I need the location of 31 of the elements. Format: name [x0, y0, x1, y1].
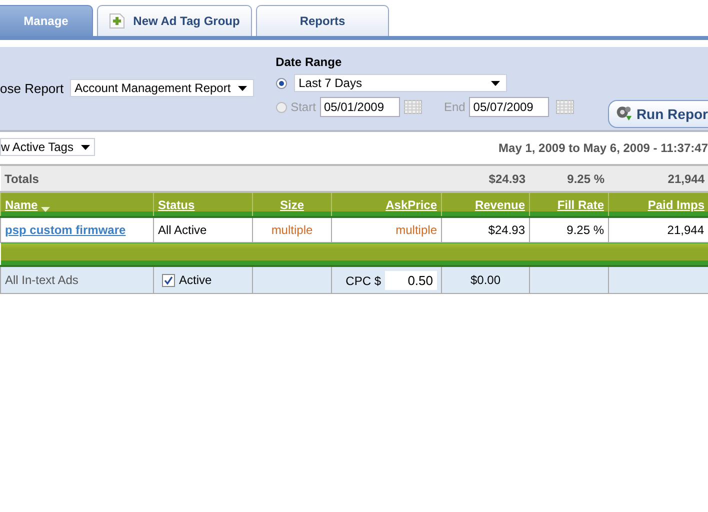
end-date-field[interactable]: 05/07/2009 — [469, 97, 550, 117]
checkbox-label: Active — [179, 272, 212, 287]
field-label: ose Report — [0, 80, 64, 96]
field-label: CPC $ — [346, 274, 381, 288]
tab[interactable]: Reports — [256, 5, 389, 36]
caret-icon — [490, 80, 500, 86]
group-name: All In-text Ads — [0, 266, 154, 294]
caret-icon — [238, 86, 247, 90]
add-icon — [109, 13, 126, 29]
table-cell: 9.25 % — [530, 166, 608, 192]
totals-label: Totals — [0, 166, 154, 192]
table-cell: 21,944 — [608, 166, 708, 192]
date-range-text: May 1, 2009 to May 6, 2009 - 11:37:47 — [498, 141, 708, 155]
section-label: Date Range — [276, 55, 343, 69]
run-report-button[interactable]: Run Repor — [608, 100, 708, 128]
cpc-field[interactable]: 0.50 — [385, 270, 437, 290]
radio-button[interactable] — [276, 78, 287, 88]
start-date-field[interactable]: 05/01/2009 — [320, 97, 400, 117]
calendar-icon[interactable] — [404, 100, 422, 114]
date-range-dropdown[interactable]: Last 7 Days — [294, 74, 507, 92]
calendar-icon[interactable] — [556, 100, 574, 114]
checkbox[interactable] — [162, 274, 175, 288]
table-cell: $0.00 — [442, 266, 530, 294]
field-label: End — [444, 100, 466, 114]
table-cell: $24.93 — [442, 166, 530, 192]
caret-icon — [81, 144, 90, 150]
filter-dropdown[interactable]: w Active Tags — [0, 138, 96, 156]
tab[interactable]: New Ad Tag Group — [97, 5, 252, 36]
radio-button[interactable] — [276, 102, 287, 112]
field-label: Start — [290, 100, 316, 114]
report-dropdown[interactable]: Account Management Report — [70, 79, 254, 97]
